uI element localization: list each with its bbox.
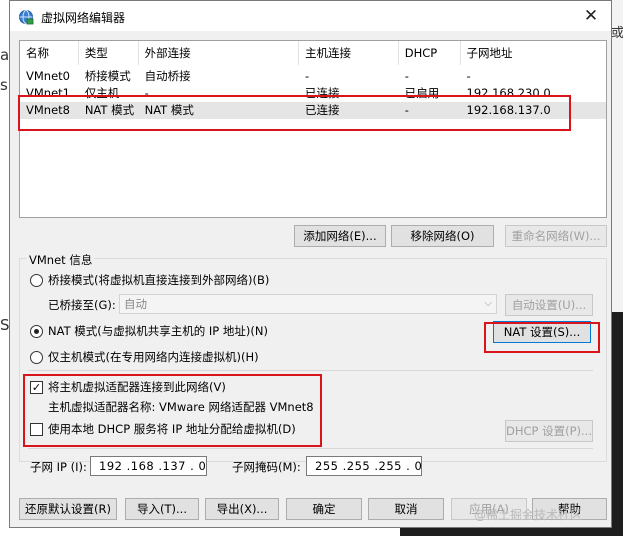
- column-header[interactable]: 类型: [79, 41, 139, 65]
- annotation-box-adapter-options: [23, 374, 322, 447]
- table-header: 名称 类型 外部连接 主机连接 DHCP 子网地址: [20, 41, 606, 65]
- column-header[interactable]: DHCP: [399, 41, 461, 65]
- chevron-down-icon: ⌵: [484, 298, 492, 309]
- host-only-radio[interactable]: [30, 351, 43, 364]
- bridged-to-value: 自动: [124, 297, 147, 311]
- table-cell: VMnet0: [26, 69, 70, 83]
- table-cell: 桥接模式: [84, 69, 131, 83]
- group-label: VMnet 信息: [27, 252, 95, 268]
- remove-network-button[interactable]: 移除网络(O): [391, 225, 494, 247]
- annotation-box-vmnet8-row: [18, 95, 571, 131]
- subnet-mask-label: 子网掩码(M):: [232, 460, 301, 474]
- column-header[interactable]: 名称: [20, 41, 79, 65]
- bridged-mode-label: 桥接模式(将虚拟机直接连接到外部网络)(B): [48, 273, 270, 287]
- window-title: 虚拟网络编辑器: [41, 11, 126, 25]
- subnet-mask-field[interactable]: 255 .255 .255 . 0: [306, 456, 422, 476]
- dhcp-settings-button[interactable]: DHCP 设置(P)...: [505, 420, 593, 442]
- bridged-to-select[interactable]: 自动 ⌵: [119, 294, 497, 314]
- title-bar: 虚拟网络编辑器 ✕: [10, 1, 611, 31]
- nat-mode-radio[interactable]: [30, 325, 43, 338]
- auto-settings-button[interactable]: 自动设置(U)...: [505, 294, 593, 316]
- column-header[interactable]: 主机连接: [299, 41, 399, 65]
- cancel-button[interactable]: 取消: [368, 498, 444, 520]
- ok-button[interactable]: 确定: [286, 498, 362, 520]
- annotation-box-nat-settings: [484, 322, 600, 353]
- import-button[interactable]: 导入(T)...: [125, 498, 199, 520]
- restore-defaults-button[interactable]: 还原默认设置(R): [19, 498, 117, 520]
- export-button[interactable]: 导出(X)...: [205, 498, 279, 520]
- bridged-mode-radio[interactable]: [30, 274, 43, 287]
- host-only-label: 仅主机模式(在专用网络内连接虚拟机)(H): [48, 350, 259, 364]
- subnet-ip-label: 子网 IP (I):: [30, 460, 87, 474]
- virtual-network-editor-dialog: 虚拟网络编辑器 ✕ 名称 类型 外部连接 主机连接 DHCP 子网地址 VMne…: [9, 0, 612, 528]
- subnet-ip-field[interactable]: 192 .168 .137 . 0: [90, 456, 207, 476]
- table-row[interactable]: VMnet0 桥接模式 自动桥接 - - -: [20, 68, 606, 85]
- background-text: a: [0, 46, 10, 64]
- divider: [28, 448, 593, 449]
- rename-network-button[interactable]: 重命名网络(W)...: [505, 225, 607, 247]
- table-cell: -: [305, 69, 310, 83]
- table-cell: 自动桥接: [144, 69, 191, 83]
- column-header[interactable]: 子网地址: [461, 41, 606, 65]
- column-header[interactable]: 外部连接: [139, 41, 300, 65]
- background-text: 或: [611, 26, 623, 41]
- nat-mode-label: NAT 模式(与虚拟机共享主机的 IP 地址)(N): [48, 324, 268, 338]
- bridged-to-label: 已桥接至(G):: [48, 298, 116, 312]
- table-cell: -: [404, 69, 409, 83]
- divider: [28, 370, 593, 371]
- add-network-button[interactable]: 添加网络(E)...: [294, 225, 386, 247]
- close-icon: ✕: [583, 6, 599, 26]
- network-globe-icon: [19, 10, 34, 25]
- background-text: s: [0, 76, 8, 94]
- close-button[interactable]: ✕: [571, 1, 611, 31]
- table-cell: -: [466, 69, 471, 83]
- watermark: @稀土掘金技术社区: [474, 508, 583, 522]
